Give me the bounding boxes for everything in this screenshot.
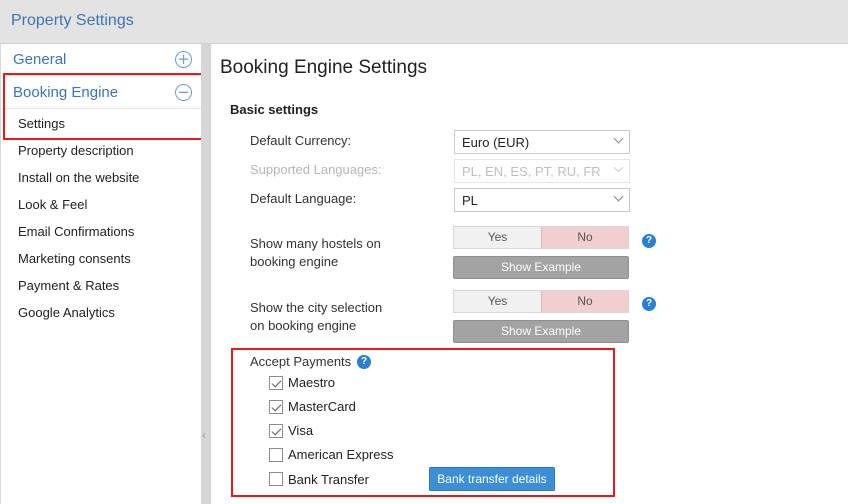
mastercard-label: MasterCard — [288, 399, 356, 414]
city-selection-yes-option[interactable]: Yes — [454, 291, 541, 312]
visa-checkbox[interactable] — [269, 424, 283, 438]
sidebar-section-general-label: General — [13, 51, 67, 68]
sidebar-item-google-analytics[interactable]: Google Analytics — [18, 305, 115, 320]
sidebar-item-marketing-consents[interactable]: Marketing consents — [18, 251, 131, 266]
help-icon[interactable]: ? — [642, 297, 656, 311]
accept-payments-label: Accept Payments — [250, 354, 352, 369]
supported-languages-label: Supported Languages: — [250, 162, 382, 177]
city-selection-no-option[interactable]: No — [541, 291, 628, 312]
city-selection-show-example-button[interactable]: Show Example — [453, 320, 629, 343]
default-currency-select[interactable]: Euro (EUR) — [454, 130, 630, 154]
many-hostels-no-option[interactable]: No — [541, 227, 628, 248]
sidebar-section-general[interactable]: General + — [2, 44, 201, 76]
maestro-label: Maestro — [288, 375, 335, 390]
american-express-checkbox[interactable] — [269, 448, 283, 462]
sidebar-item-email-confirmations[interactable]: Email Confirmations — [18, 224, 134, 239]
many-hostels-label-line2: booking engine — [250, 254, 339, 269]
sidebar-item-install-on-website[interactable]: Install on the website — [18, 170, 139, 185]
help-icon[interactable]: ? — [357, 355, 371, 369]
supported-languages-select: PL, EN, ES, PT, RU, FR — [454, 159, 630, 183]
default-currency-value: Euro (EUR) — [462, 135, 530, 150]
bank-transfer-details-button[interactable]: Bank transfer details — [429, 467, 555, 491]
visa-label: Visa — [288, 423, 314, 438]
default-language-value: PL — [462, 193, 478, 208]
city-selection-toggle: Yes No — [453, 290, 629, 313]
many-hostels-show-example-button[interactable]: Show Example — [453, 256, 629, 279]
page-header-title: Property Settings — [11, 12, 134, 29]
many-hostels-toggle: Yes No — [453, 226, 629, 249]
default-language-select[interactable]: PL — [454, 188, 630, 212]
sidebar-splitter[interactable]: ‹ — [201, 44, 211, 504]
bank-transfer-checkbox[interactable] — [269, 472, 283, 486]
header-bar: Property Settings — [0, 0, 848, 44]
chevron-down-icon — [613, 191, 624, 202]
many-hostels-yes-option[interactable]: Yes — [454, 227, 541, 248]
collapse-arrow-icon[interactable]: ‹ — [202, 428, 206, 442]
many-hostels-label-line1: Show many hostels on — [250, 236, 381, 251]
bank-transfer-label: Bank Transfer — [288, 472, 369, 487]
section-title: Basic settings — [230, 102, 319, 117]
maestro-checkbox[interactable] — [269, 376, 283, 390]
chevron-down-icon — [613, 162, 624, 173]
booking-engine-highlight-box — [3, 73, 204, 140]
page-title: Booking Engine Settings — [220, 57, 428, 78]
chevron-down-icon — [613, 133, 624, 144]
sidebar-item-look-and-feel[interactable]: Look & Feel — [18, 197, 87, 212]
mastercard-checkbox[interactable] — [269, 400, 283, 414]
city-selection-label-line2: on booking engine — [250, 318, 357, 333]
supported-languages-value: PL, EN, ES, PT, RU, FR — [462, 164, 601, 179]
sidebar-item-payment-and-rates[interactable]: Payment & Rates — [18, 278, 119, 293]
main-content: Booking Engine Settings Basic settings D… — [211, 44, 848, 504]
plus-circle-icon[interactable]: + — [175, 51, 192, 68]
sidebar-item-property-description[interactable]: Property description — [18, 143, 134, 158]
american-express-label: American Express — [288, 447, 394, 462]
city-selection-label-line1: Show the city selection — [250, 300, 383, 315]
default-currency-label: Default Currency: — [250, 133, 352, 148]
default-language-label: Default Language: — [250, 191, 357, 206]
help-icon[interactable]: ? — [642, 234, 656, 248]
